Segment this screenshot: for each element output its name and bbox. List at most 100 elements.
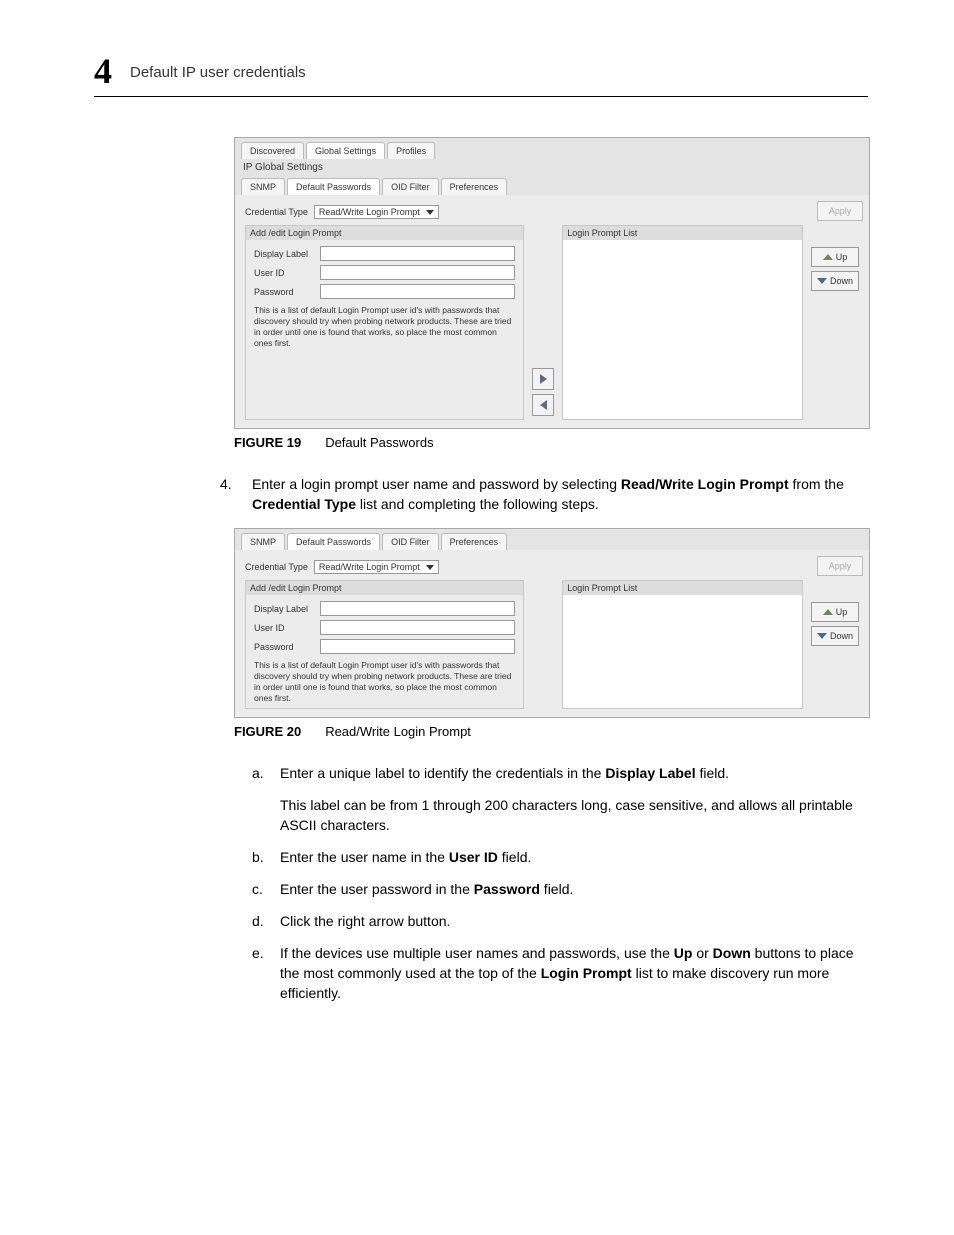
apply-button-2[interactable]: Apply — [817, 556, 863, 576]
display-label-input[interactable] — [320, 246, 515, 261]
up-label-2: Up — [836, 607, 848, 617]
credential-type-dropdown[interactable]: Read/Write Login Prompt — [314, 205, 439, 219]
substep-d-letter: d. — [252, 911, 280, 931]
substep-e-b2: Down — [713, 945, 751, 961]
figure-20-title: Read/Write Login Prompt — [325, 724, 471, 739]
step-4-bold-1: Read/Write Login Prompt — [621, 476, 789, 492]
step-4-number: 4. — [220, 474, 252, 514]
step-4-text-a: Enter a login prompt user name and passw… — [252, 476, 621, 492]
password-label: Password — [254, 287, 314, 297]
substep-e-letter: e. — [252, 943, 280, 1003]
tab-default-passwords[interactable]: Default Passwords — [287, 178, 380, 195]
substep-e-b3: Login Prompt — [541, 965, 632, 981]
up-button-2[interactable]: Up — [811, 602, 859, 622]
tab-oid-filter[interactable]: OID Filter — [382, 178, 439, 195]
tab-default-passwords-2[interactable]: Default Passwords — [287, 533, 380, 550]
outer-tab-row: Discovered Global Settings Profiles — [235, 138, 869, 159]
figure-20-number: FIGURE 20 — [234, 724, 301, 739]
user-id-label-2: User ID — [254, 623, 314, 633]
chapter-number: 4 — [94, 50, 112, 92]
figure-19-caption: FIGURE 19 Default Passwords — [234, 435, 868, 450]
down-button-2[interactable]: Down — [811, 626, 859, 646]
substep-e-b1: Up — [674, 945, 693, 961]
chevron-up-icon-2 — [823, 609, 833, 615]
login-prompt-list-header-2: Login Prompt List — [562, 580, 803, 595]
chevron-left-icon — [540, 400, 547, 410]
substep-a: a. Enter a unique label to identify the … — [252, 763, 868, 783]
down-label-2: Down — [830, 631, 853, 641]
user-id-label: User ID — [254, 268, 314, 278]
substep-b-b1: User ID — [449, 849, 498, 865]
ip-global-settings-label: IP Global Settings — [235, 159, 869, 176]
apply-button[interactable]: Apply — [817, 201, 863, 221]
tab-preferences-2[interactable]: Preferences — [441, 533, 508, 550]
substep-c-t2: field. — [540, 881, 573, 897]
password-input-2[interactable] — [320, 639, 515, 654]
transfer-arrows — [532, 225, 554, 420]
substep-b: b. Enter the user name in the User ID fi… — [252, 847, 868, 867]
step-4-bold-2: Credential Type — [252, 496, 356, 512]
user-id-input-2[interactable] — [320, 620, 515, 635]
figure-19-screenshot: Discovered Global Settings Profiles IP G… — [234, 137, 870, 429]
chevron-right-icon — [540, 374, 547, 384]
chevron-down-icon — [817, 278, 827, 284]
move-left-button[interactable] — [532, 394, 554, 416]
substep-a-t1: Enter a unique label to identify the cre… — [280, 765, 605, 781]
substep-a-b1: Display Label — [605, 765, 695, 781]
step-4: 4. Enter a login prompt user name and pa… — [220, 474, 868, 514]
up-label: Up — [836, 252, 848, 262]
substep-e-t2: or — [692, 945, 712, 961]
substep-e: e. If the devices use multiple user name… — [252, 943, 868, 1003]
substep-c-letter: c. — [252, 879, 280, 899]
login-prompt-list[interactable] — [562, 240, 803, 420]
credential-type-label: Credential Type — [245, 207, 308, 217]
substep-c-b1: Password — [474, 881, 540, 897]
substep-b-t2: field. — [498, 849, 531, 865]
password-input[interactable] — [320, 284, 515, 299]
tab-global-settings[interactable]: Global Settings — [306, 142, 385, 159]
user-id-input[interactable] — [320, 265, 515, 280]
help-text: This is a list of default Login Prompt u… — [254, 305, 515, 349]
up-button[interactable]: Up — [811, 247, 859, 267]
login-prompt-list-2[interactable] — [562, 595, 803, 709]
header-rule — [94, 96, 868, 97]
figure-19-title: Default Passwords — [325, 435, 433, 450]
login-prompt-list-header: Login Prompt List — [562, 225, 803, 240]
display-label-input-2[interactable] — [320, 601, 515, 616]
down-button[interactable]: Down — [811, 271, 859, 291]
tab-discovered[interactable]: Discovered — [241, 142, 304, 159]
chevron-down-icon-2 — [817, 633, 827, 639]
inner-tab-row-2: SNMP Default Passwords OID Filter Prefer… — [235, 529, 869, 550]
credential-type-dropdown-2[interactable]: Read/Write Login Prompt — [314, 560, 439, 574]
substep-a-letter: a. — [252, 763, 280, 783]
substep-d: d. Click the right arrow button. — [252, 911, 868, 931]
substep-b-letter: b. — [252, 847, 280, 867]
figure-20-screenshot: SNMP Default Passwords OID Filter Prefer… — [234, 528, 870, 718]
step-4-text-b: from the — [789, 476, 844, 492]
display-label-label-2: Display Label — [254, 604, 314, 614]
substep-b-t1: Enter the user name in the — [280, 849, 449, 865]
inner-tab-row: SNMP Default Passwords OID Filter Prefer… — [235, 176, 869, 195]
tab-snmp[interactable]: SNMP — [241, 178, 285, 195]
step-4-text-c: list and completing the following steps. — [356, 496, 599, 512]
substep-d-t1: Click the right arrow button. — [280, 913, 450, 929]
substep-e-t1: If the devices use multiple user names a… — [280, 945, 674, 961]
substep-c: c. Enter the user password in the Passwo… — [252, 879, 868, 899]
credential-type-label-2: Credential Type — [245, 562, 308, 572]
display-label-label: Display Label — [254, 249, 314, 259]
move-right-button[interactable] — [532, 368, 554, 390]
tab-profiles[interactable]: Profiles — [387, 142, 435, 159]
figure-20-caption: FIGURE 20 Read/Write Login Prompt — [234, 724, 868, 739]
tab-oid-filter-2[interactable]: OID Filter — [382, 533, 439, 550]
add-edit-login-prompt-header-2: Add /edit Login Prompt — [245, 580, 524, 595]
tab-preferences[interactable]: Preferences — [441, 178, 508, 195]
page-title: Default IP user credentials — [130, 64, 306, 81]
down-label: Down — [830, 276, 853, 286]
figure-19-number: FIGURE 19 — [234, 435, 301, 450]
substep-a-followup: This label can be from 1 through 200 cha… — [280, 795, 868, 835]
password-label-2: Password — [254, 642, 314, 652]
add-edit-login-prompt-header: Add /edit Login Prompt — [245, 225, 524, 240]
substep-a-t2: field. — [696, 765, 729, 781]
help-text-2: This is a list of default Login Prompt u… — [254, 660, 515, 704]
tab-snmp-2[interactable]: SNMP — [241, 533, 285, 550]
